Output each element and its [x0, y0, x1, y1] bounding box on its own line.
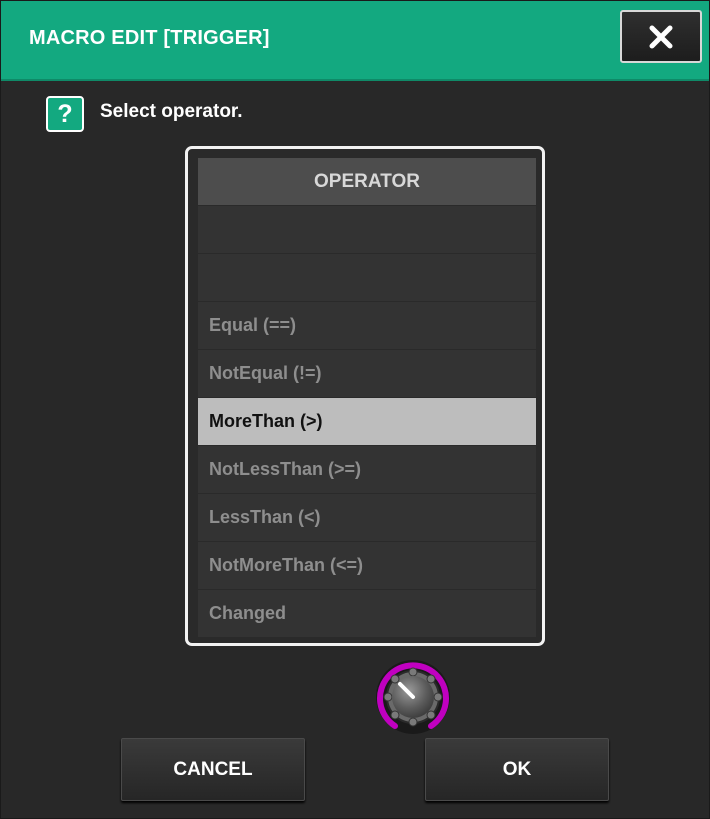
list-item[interactable] [198, 206, 536, 253]
operator-list-rows: Equal (==) NotEqual (!=) MoreThan (>) No… [198, 206, 536, 638]
prompt-text: Select operator. [100, 101, 243, 122]
operator-list-header: OPERATOR [198, 158, 536, 205]
operator-list[interactable]: OPERATOR Equal (==) NotEqual (!=) MoreTh… [185, 146, 545, 646]
title-bar: MACRO EDIT [TRIGGER] [1, 1, 709, 81]
ok-button[interactable]: OK [425, 738, 609, 801]
list-item-not-equal[interactable]: NotEqual (!=) [198, 350, 536, 397]
close-button[interactable] [620, 10, 702, 63]
list-item-equal[interactable]: Equal (==) [198, 302, 536, 349]
list-item-less-than[interactable]: LessThan (<) [198, 494, 536, 541]
cancel-button[interactable]: CANCEL [121, 738, 305, 801]
list-item-more-than[interactable]: MoreThan (>) [198, 398, 536, 445]
list-item-not-more-than[interactable]: NotMoreThan (<=) [198, 542, 536, 589]
list-item[interactable] [198, 254, 536, 301]
help-icon: ? [46, 96, 84, 132]
dialog-title: MACRO EDIT [TRIGGER] [29, 27, 270, 49]
list-item-not-less-than[interactable]: NotLessThan (>=) [198, 446, 536, 493]
close-icon [649, 25, 673, 48]
list-item-changed[interactable]: Changed [198, 590, 536, 637]
rotary-knob-icon[interactable] [373, 657, 453, 737]
macro-edit-dialog: MACRO EDIT [TRIGGER] ? Select operator. … [0, 0, 710, 819]
